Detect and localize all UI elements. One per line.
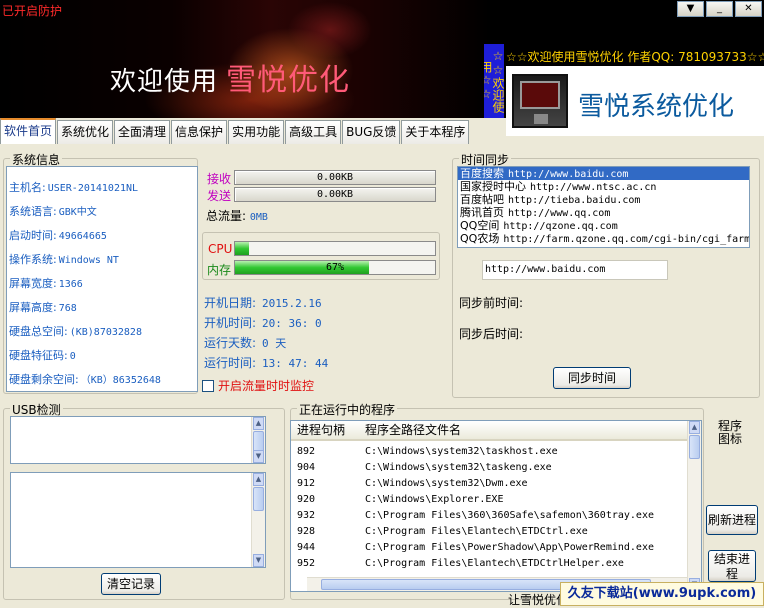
program-icon-label: 程序图标 [717,419,742,446]
receive-label: 接收 [207,172,232,186]
info-disk-total: 硬盘总空间: (KB)87032828 [9,325,142,338]
tab-system-optimize[interactable]: 系统优化 [57,120,114,144]
vertical-marquee: ☆☆欢迎使用☆☆ [484,44,504,118]
end-process-button[interactable]: 结束进程 [708,550,756,582]
main-tabs: 软件首页 系统优化 全面清理 信息保护 实用功能 高级工具 BUG反馈 关于本程… [0,118,506,144]
author-marquee: ☆☆欢迎使用雪悦优化 作者QQ: 781093733☆☆ [506,50,764,64]
tab-info-protect[interactable]: 信息保护 [171,120,228,144]
tab-utilities[interactable]: 实用功能 [228,120,285,144]
send-label: 发送 [207,189,232,203]
cpu-bar [234,241,436,256]
tab-about[interactable]: 关于本程序 [401,120,470,144]
scroll-down-icon[interactable]: ▼ [253,554,264,567]
tab-bug-feedback[interactable]: BUG反馈 [342,120,401,144]
download-site-watermark: 久友下载站(www.9upk.com) [560,582,764,606]
menu-dropdown-button[interactable]: ▼ [677,1,704,17]
after-sync-label: 同步后时间: [459,327,524,341]
info-disk-free: 硬盘剩余空间: （KB）86352648 [9,373,161,386]
computer-logo-icon [512,74,568,128]
info-os: 操作系统: Windows NT [9,253,119,266]
send-value-bar: 0.00KB [234,187,436,202]
column-path[interactable]: 程序全路径文件名 [365,421,461,439]
traffic-monitor-label: 开启流量时时监控 [218,379,315,393]
column-pid[interactable]: 进程句柄 [297,421,345,439]
boot-time: 开机时间: 20: 36: 0 [204,316,322,330]
process-table-header: 进程句柄 程序全路径文件名 [291,421,689,441]
refresh-process-button[interactable]: 刷新进程 [706,505,758,535]
cpu-fill [235,242,249,255]
info-disk-serial: 硬盘特征码: 0 [9,349,76,362]
total-traffic: 总流量: 0MB [206,209,268,223]
traffic-monitor-checkbox[interactable] [202,379,214,392]
logo-title: 雪悦系统优化 [578,92,735,122]
banner-app-name: 雪悦优化 [226,63,351,98]
time-server-list[interactable]: 百度搜索 http://www.baidu.com 国家授时中心 http://ww… [457,166,750,248]
tab-full-clean[interactable]: 全面清理 [114,120,171,144]
scroll-down-icon[interactable]: ▼ [253,450,264,463]
footer-marquee: 让雪悦优化 [508,593,569,607]
usb-log-list[interactable]: ▲ ▼ [10,472,266,568]
info-screen-height: 屏幕高度: 768 [9,301,77,314]
window-controls: ▼ _ ✕ [677,1,762,17]
logo-panel: 雪悦系统优化 [506,66,764,136]
memory-label: 内存 [207,263,232,277]
boot-date: 开机日期: 2015.2.16 [204,296,322,310]
tab-home[interactable]: 软件首页 [0,118,57,144]
protection-status: 已开启防护 [2,4,63,18]
info-screen-width: 屏幕宽度: 1366 [9,277,83,290]
scroll-up-icon[interactable]: ▲ [253,417,264,430]
server-item[interactable]: 百度搜索 http://www.baidu.com [458,167,749,180]
receive-value-bar: 0.00KB [234,170,436,185]
welcome-banner: 欢迎使用 雪悦优化 [110,55,350,99]
usb-list-scrollbar[interactable]: ▲ ▼ [251,417,265,463]
usb-device-list[interactable]: ▲ ▼ [10,416,266,464]
process-vscrollbar[interactable]: ▲▼ [687,421,701,591]
usb-log-scrollbar[interactable]: ▲ ▼ [251,473,265,567]
system-info-panel: 主机名: USER-20141021NL 系统语言: GBK中文 启动时间: 4966… [6,166,198,392]
run-days: 运行天数: 0 天 [204,336,287,350]
memory-bar: 67% [234,260,436,275]
sync-time-button[interactable]: 同步时间 [553,367,631,389]
scroll-up-icon[interactable]: ▲ [253,473,264,486]
cpu-label: CPU [208,242,233,256]
server-item[interactable]: QQ空间 http://qzone.qq.com [458,219,749,232]
before-sync-label: 同步前时间: [459,296,524,310]
info-boot-time: 启动时间: 49664665 [9,229,107,242]
tab-advanced-tools[interactable]: 高级工具 [285,120,342,144]
scroll-up-icon[interactable]: ▲ [689,421,700,434]
memory-percent: 67% [325,262,345,273]
process-table[interactable]: 进程句柄 程序全路径文件名 892 C:\Windows\system32\tas… [290,420,702,592]
info-hostname: 主机名: USER-20141021NL [9,181,139,194]
server-item[interactable]: 腾讯首页 http://www.qq.com [458,206,749,219]
server-item[interactable]: 百度帖吧 http://tieba.baidu.com [458,193,749,206]
traffic-monitor-toggle[interactable]: 开启流量时时监控 [202,377,314,394]
sync-url-input[interactable]: http://www.baidu.com [482,260,668,280]
info-language: 系统语言: GBK中文 [9,205,97,218]
server-item[interactable]: 国家授时中心 http://www.ntsc.ac.cn [458,180,749,193]
close-button[interactable]: ✕ [735,1,762,17]
clear-log-button[interactable]: 清空记录 [101,573,161,595]
server-item[interactable]: QQ农场 http://farm.qzone.qq.com/cgi-bin/cgi… [458,232,749,245]
minimize-button[interactable]: _ [706,1,733,17]
welcome-prefix: 欢迎使用 [110,67,219,97]
process-title: 正在运行中的程序 [297,401,398,418]
run-time: 运行时间: 13: 47: 44 [204,356,329,370]
